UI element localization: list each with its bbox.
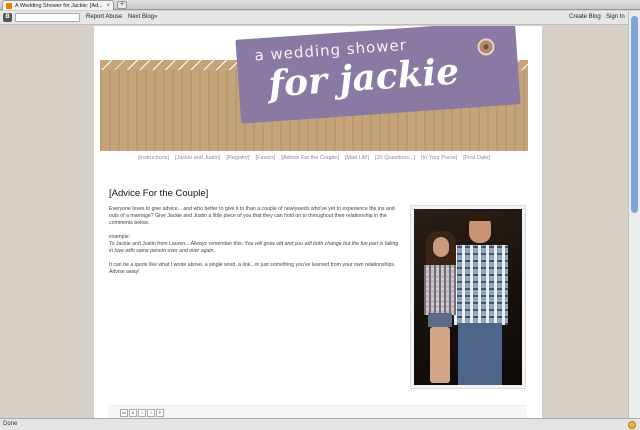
blogger-navbar: B Report Abuse Next Blog» Create Blog Si… xyxy=(0,11,628,25)
blogger-favicon-icon xyxy=(6,2,12,9)
create-blog-link[interactable]: Create Blog xyxy=(569,14,601,20)
browser-tab[interactable]: A Wedding Shower for Jackie: [Ad... × xyxy=(2,0,114,10)
addon-status-icon[interactable] xyxy=(628,421,636,429)
share-bar: MBtfP xyxy=(108,405,527,418)
browser-tab-bar: A Wedding Shower for Jackie: [Ad... × + xyxy=(0,0,640,10)
nav-link[interactable]: [Favors] xyxy=(256,155,276,161)
photo-content xyxy=(414,209,522,385)
pinterest-share-icon[interactable]: P xyxy=(156,409,164,417)
post-paragraph: It can be a quote like what I wrote abov… xyxy=(109,262,396,275)
man-jeans xyxy=(458,323,502,385)
post-body: Everyone loves to give advice... and who… xyxy=(109,206,399,283)
tag-grommet-icon xyxy=(476,37,496,56)
woman-legs xyxy=(430,327,450,383)
tab-close-icon[interactable]: × xyxy=(106,3,113,9)
woman-plaid-shirt xyxy=(424,265,456,315)
couple-photo[interactable] xyxy=(410,205,526,389)
woman-face xyxy=(433,237,449,257)
nav-link[interactable]: [20 Questions...] xyxy=(375,155,415,161)
man-plaid-shirt xyxy=(454,245,508,325)
blogthis-share-icon[interactable]: B xyxy=(129,409,137,417)
blog-search-input[interactable] xyxy=(15,13,80,22)
nav-link[interactable]: [Mad Lib!] xyxy=(345,155,369,161)
example-label: example: xyxy=(109,234,131,240)
blog-header-banner[interactable]: a wedding shower for jackie xyxy=(100,26,528,151)
report-abuse-link[interactable]: Report Abuse xyxy=(86,14,122,20)
woman-shorts xyxy=(428,313,452,327)
tab-title: A Wedding Shower for Jackie: [Ad... xyxy=(15,2,103,9)
nav-link[interactable]: [In Your Purse] xyxy=(421,155,457,161)
nav-link[interactable]: [Registry] xyxy=(226,155,249,161)
post-paragraph: Everyone loves to give advice... and who… xyxy=(109,206,395,226)
email-share-icon[interactable]: M xyxy=(120,409,128,417)
new-tab-button[interactable]: + xyxy=(117,1,127,9)
nav-link[interactable]: [Instructions] xyxy=(138,155,169,161)
facebook-share-icon[interactable]: f xyxy=(147,409,155,417)
nav-link[interactable]: [Advice For the Couple] xyxy=(281,155,338,161)
status-text: Done xyxy=(3,421,18,427)
post-title: [Advice For the Couple] xyxy=(109,188,209,199)
twitter-share-icon[interactable]: t xyxy=(138,409,146,417)
blog-page: a wedding shower for jackie [Instruction… xyxy=(94,26,542,418)
blogger-logo-icon[interactable]: B xyxy=(3,13,12,22)
nav-link[interactable]: [Jackie and Justin] xyxy=(175,155,220,161)
man-hair xyxy=(469,213,491,221)
share-buttons: MBtfP xyxy=(120,409,164,417)
scrollbar-thumb[interactable] xyxy=(631,16,638,213)
post-example: example: To Jackie and Justin from Laure… xyxy=(109,234,399,255)
browser-status-bar: Done xyxy=(0,418,640,430)
sign-in-link[interactable]: Sign In xyxy=(606,14,625,20)
vertical-scrollbar[interactable] xyxy=(628,11,640,418)
page-nav: [Instructions] [Jackie and Justin] [Regist… xyxy=(100,155,528,161)
next-blog-link[interactable]: Next Blog» xyxy=(128,14,157,20)
nav-link[interactable]: [First Date] xyxy=(463,155,490,161)
example-intro: To Jackie and Justin from Lauren... Alwa… xyxy=(109,241,245,247)
